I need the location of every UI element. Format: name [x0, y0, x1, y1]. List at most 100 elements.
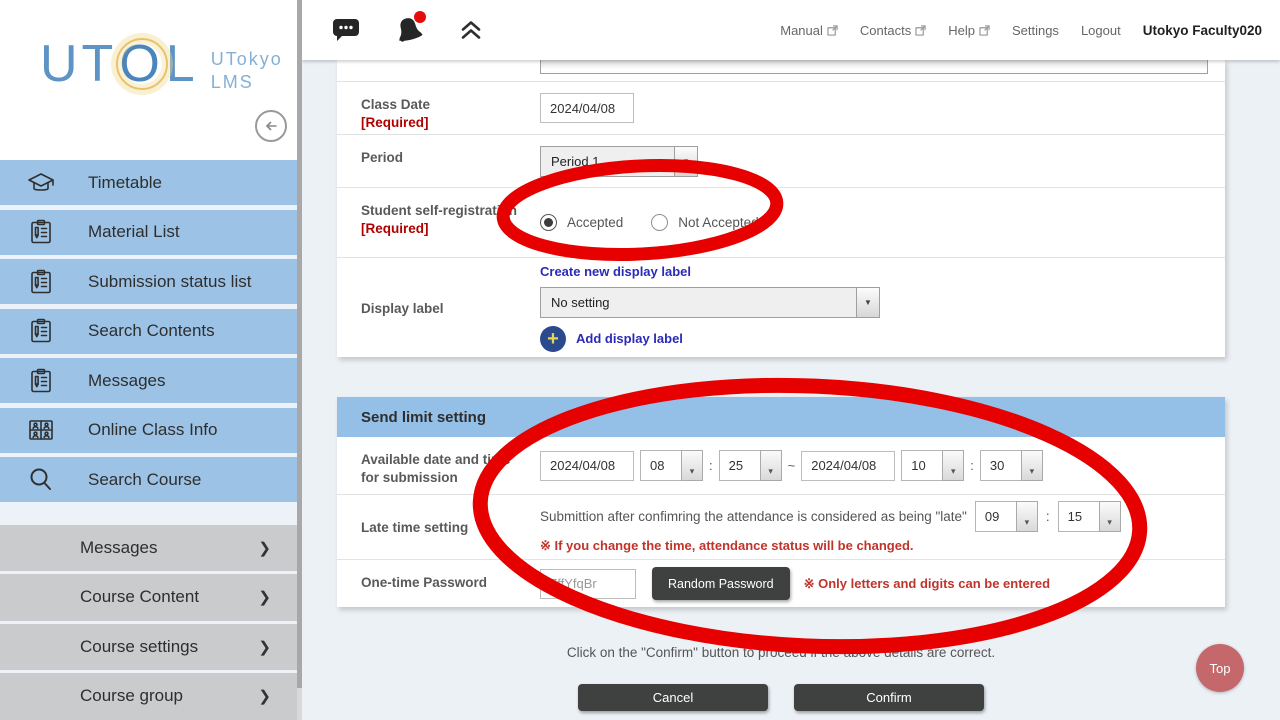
period-select[interactable]: Period 1 ▼	[540, 146, 698, 177]
late-time-description: Submittion after confimring the attendan…	[540, 509, 967, 524]
help-link[interactable]: Help	[948, 23, 990, 38]
start-minute-spinner: ▾	[719, 450, 782, 481]
required-badge: [Required]	[361, 114, 530, 132]
end-hour-input[interactable]	[901, 450, 942, 481]
sidebar-item-material-list[interactable]: Material List	[0, 210, 297, 255]
settings-link[interactable]: Settings	[1012, 23, 1059, 38]
confirm-button[interactable]: Confirm	[794, 684, 984, 711]
sidebar-item-timetable[interactable]: Timetable	[0, 160, 297, 205]
logo-ring	[116, 38, 168, 90]
class-settings-card: Class Date [Required] Period Period 1 ▼ …	[337, 60, 1225, 357]
contacts-link[interactable]: Contacts	[860, 23, 926, 38]
cancel-button[interactable]: Cancel	[578, 684, 768, 711]
sidebar-item-label: Messages	[80, 538, 157, 558]
sidebar-item-messages-menu[interactable]: Messages ❯	[0, 525, 297, 572]
spinner-arrow-icon[interactable]: ▾	[1099, 501, 1121, 532]
user-name: Utokyo Faculty020	[1143, 23, 1262, 38]
sidebar-item-course-content-menu[interactable]: Course Content ❯	[0, 574, 297, 621]
class-date-input[interactable]	[540, 93, 634, 123]
search-icon	[26, 467, 56, 493]
footer-buttons: Cancel Confirm	[337, 684, 1225, 711]
clipboard-icon	[26, 368, 56, 394]
clipboard-icon	[26, 269, 56, 295]
late-time-warning: ※ If you change the time, attendance sta…	[540, 538, 1121, 554]
display-label-row: Display label Create new display label N…	[337, 257, 1225, 357]
confirm-instruction: Click on the "Confirm" button to proceed…	[337, 645, 1225, 660]
clipboard-icon	[26, 219, 56, 245]
display-label-label: Display label	[337, 258, 540, 357]
sidebar-item-label: Search Course	[88, 470, 201, 490]
spinner-arrow-icon[interactable]: ▾	[760, 450, 782, 481]
add-display-label-link[interactable]: Add display label	[576, 331, 683, 346]
sidebar-item-label: Course group	[80, 686, 183, 706]
dropdown-arrow-icon[interactable]: ▼	[856, 288, 879, 317]
display-label-select[interactable]: No setting ▼	[540, 287, 880, 318]
sidebar-scrollbar[interactable]	[297, 0, 302, 720]
start-date-input[interactable]	[540, 451, 634, 481]
sidebar-item-submission-status[interactable]: Submission status list	[0, 259, 297, 304]
manual-link[interactable]: Manual	[780, 23, 838, 38]
utol-logo: UTOL	[40, 38, 199, 90]
start-minute-input[interactable]	[719, 450, 760, 481]
sidebar-item-messages[interactable]: Messages	[0, 358, 297, 403]
late-hour-input[interactable]	[975, 501, 1016, 532]
sidebar-gap	[0, 507, 297, 525]
logout-link[interactable]: Logout	[1081, 23, 1121, 38]
scroll-to-top-button[interactable]: Top	[1196, 644, 1244, 692]
sidebar-item-search-contents[interactable]: Search Contents	[0, 309, 297, 354]
self-registration-row: Student self-registration [Required] Acc…	[337, 187, 1225, 257]
period-label: Period	[337, 135, 540, 187]
logo-letter-l: L	[166, 38, 199, 90]
start-hour-spinner: ▾	[640, 450, 703, 481]
sidebar-item-course-group-menu[interactable]: Course group ❯	[0, 673, 297, 720]
send-limit-card: Send limit setting Available date and ti…	[337, 397, 1225, 607]
one-time-password-label: One-time Password	[337, 560, 540, 607]
required-badge: [Required]	[361, 220, 530, 238]
end-minute-input[interactable]	[980, 450, 1021, 481]
chevron-right-icon: ❯	[258, 588, 271, 606]
late-time-row: Late time setting Submittion after confi…	[337, 494, 1225, 559]
sidebar-main-nav: Timetable Material List Submission statu…	[0, 160, 297, 502]
add-plus-icon[interactable]: +	[540, 326, 566, 352]
sidebar-item-label: Material List	[88, 222, 180, 242]
random-password-button[interactable]: Random Password	[652, 567, 790, 600]
one-time-password-input[interactable]	[540, 569, 636, 599]
late-minute-spinner: ▾	[1058, 501, 1121, 532]
sidebar-scrollbar-thumb[interactable]	[297, 0, 302, 688]
dropdown-arrow-icon[interactable]: ▼	[674, 147, 697, 176]
double-chevron-up-icon[interactable]	[458, 19, 484, 41]
chevron-right-icon: ❯	[258, 539, 271, 557]
spinner-arrow-icon[interactable]: ▾	[1016, 501, 1038, 532]
spinner-arrow-icon[interactable]: ▾	[942, 450, 964, 481]
available-datetime-row: Available date and time for submission ▾…	[337, 437, 1225, 494]
create-display-label-link[interactable]: Create new display label	[540, 264, 880, 279]
logo-letter-u-t: UT	[40, 38, 117, 90]
sidebar-item-label: Search Contents	[88, 321, 215, 341]
sidebar-item-online-class-info[interactable]: Online Class Info	[0, 408, 297, 453]
late-minute-input[interactable]	[1058, 501, 1099, 532]
sidebar-item-label: Course Content	[80, 587, 199, 607]
colon-separator: :	[709, 458, 713, 473]
chat-icon[interactable]	[332, 17, 360, 43]
send-limit-title: Send limit setting	[337, 397, 1225, 437]
start-hour-input[interactable]	[640, 450, 681, 481]
scrolled-text-input[interactable]	[540, 60, 1208, 74]
colon-separator: :	[1046, 509, 1050, 524]
sidebar-collapse-button[interactable]	[255, 110, 287, 142]
notifications-bell-icon[interactable]	[394, 15, 424, 45]
radio-not-accepted[interactable]	[651, 214, 668, 231]
end-date-input[interactable]	[801, 451, 895, 481]
late-time-label: Late time setting	[337, 495, 540, 559]
spinner-arrow-icon[interactable]: ▾	[1021, 450, 1043, 481]
spinner-arrow-icon[interactable]: ▾	[681, 450, 703, 481]
chevron-right-icon: ❯	[258, 638, 271, 656]
class-date-label: Class Date [Required]	[337, 82, 540, 134]
main-content: Class Date [Required] Period Period 1 ▼ …	[302, 60, 1280, 720]
sidebar-item-label: Submission status list	[88, 272, 251, 292]
sidebar-item-search-course[interactable]: Search Course	[0, 457, 297, 502]
radio-accepted[interactable]	[540, 214, 557, 231]
late-hour-spinner: ▾	[975, 501, 1038, 532]
self-registration-label: Student self-registration [Required]	[337, 188, 540, 257]
clipboard-icon	[26, 318, 56, 344]
sidebar-item-course-settings-menu[interactable]: Course settings ❯	[0, 624, 297, 671]
